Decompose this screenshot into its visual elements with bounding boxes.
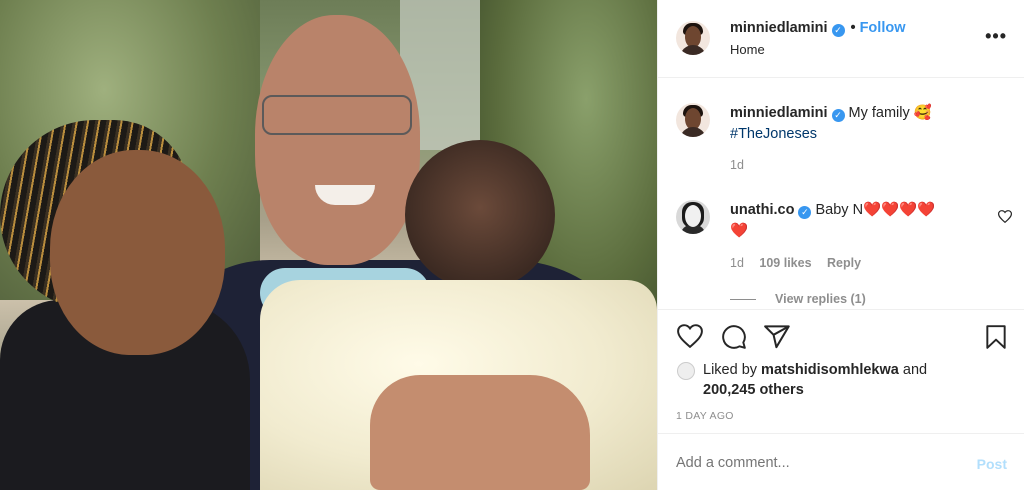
comment-age[interactable]: 1d <box>730 256 744 270</box>
avatar-shoulders <box>680 127 706 137</box>
add-comment-input[interactable] <box>676 455 946 471</box>
comment: unathi.co ✓ Baby N❤️❤️❤️❤️ ❤️ <box>730 200 980 242</box>
author-line: minniedlamini ✓ • Follow <box>730 20 906 37</box>
comment-hearts: ❤️❤️❤️❤️ <box>863 202 936 218</box>
avatar-face <box>685 205 701 227</box>
post-actions: Liked by matshidisomhlekwa and 200,245 o… <box>658 309 1024 433</box>
liker-avatar[interactable] <box>677 362 695 380</box>
separator-dot: • <box>850 20 856 36</box>
likes-summary: Liked by matshidisomhlekwa and 200,245 o… <box>703 360 927 400</box>
comments-section[interactable]: minniedlamini ✓ My family 🥰 #TheJoneses 1… <box>658 79 1024 309</box>
comment-text: Baby N <box>815 202 864 218</box>
post-header: minniedlamini ✓ • Follow Home ••• <box>658 0 1024 78</box>
caption-hashtag[interactable]: #TheJoneses <box>730 126 817 142</box>
view-replies-label: View replies (1) <box>775 292 866 306</box>
heart-icon[interactable] <box>677 324 703 348</box>
caption-emoji: 🥰 <box>913 105 932 121</box>
author-avatar[interactable] <box>676 21 710 55</box>
caption-text: My family <box>848 105 910 121</box>
caption-avatar[interactable] <box>676 103 710 137</box>
photo-glasses <box>262 95 412 135</box>
caption-age[interactable]: 1d <box>730 158 744 172</box>
photo-baby-head <box>405 140 555 290</box>
post-photo[interactable] <box>0 0 657 490</box>
more-options-icon[interactable]: ••• <box>985 26 1007 47</box>
replies-line <box>730 299 756 300</box>
liked-by-prefix: Liked by <box>703 362 758 378</box>
view-replies-button[interactable]: View replies (1) <box>775 292 866 306</box>
comment-icon[interactable] <box>721 324 747 350</box>
comment-meta: 1d 109 likes Reply <box>730 256 861 270</box>
comment-username[interactable]: unathi.co <box>730 202 794 218</box>
reply-button[interactable]: Reply <box>827 256 861 270</box>
verified-badge-icon: ✓ <box>831 109 845 122</box>
liker-username[interactable]: matshidisomhlekwa <box>761 362 899 378</box>
caption: minniedlamini ✓ My family 🥰 #TheJoneses <box>730 103 1000 145</box>
share-icon[interactable] <box>764 324 791 349</box>
post-location[interactable]: Home <box>730 42 765 57</box>
post-timestamp[interactable]: 1 DAY AGO <box>676 410 734 422</box>
commenter-avatar[interactable] <box>676 200 710 234</box>
post-side-panel: minniedlamini ✓ • Follow Home ••• minniedla… <box>657 0 1024 490</box>
verified-badge-icon: ✓ <box>831 24 845 37</box>
photo-man-face <box>255 15 420 265</box>
bookmark-icon[interactable] <box>985 324 1007 350</box>
comment-like-heart-icon[interactable] <box>998 210 1012 223</box>
likes-others[interactable]: 200,245 others <box>703 382 804 398</box>
follow-button[interactable]: Follow <box>860 20 906 36</box>
avatar-shoulders <box>680 45 706 55</box>
verified-badge-icon: ✓ <box>798 206 812 219</box>
author-username[interactable]: minniedlamini <box>730 20 828 36</box>
photo-woman-face <box>50 150 225 355</box>
post-comment-button[interactable]: Post <box>977 456 1007 472</box>
comment-hearts-wrap: ❤️ <box>730 223 749 239</box>
comment-likes[interactable]: 109 likes <box>759 256 811 270</box>
liked-and: and <box>902 362 928 378</box>
caption-username[interactable]: minniedlamini <box>730 105 828 121</box>
photo-hand <box>370 375 590 490</box>
comment-composer: Post <box>658 433 1024 490</box>
